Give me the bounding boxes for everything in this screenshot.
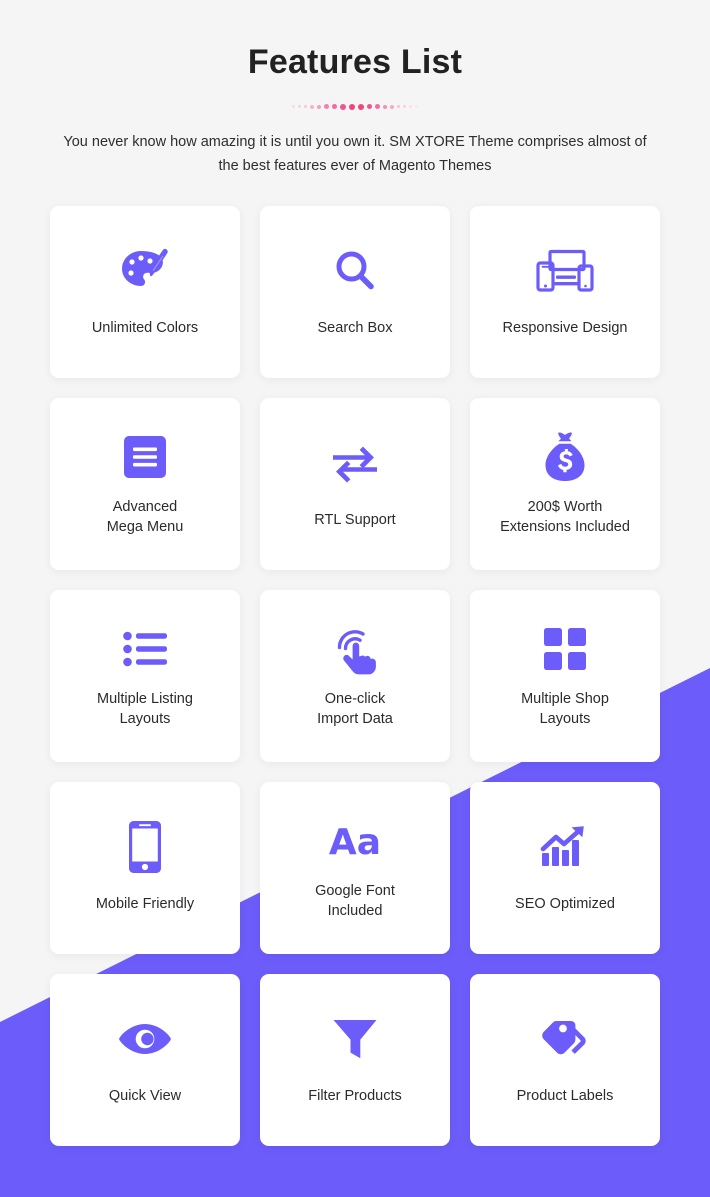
money-bag-icon bbox=[543, 427, 587, 487]
page-title: Features List bbox=[247, 43, 463, 81]
feature-card[interactable]: Mobile Friendly bbox=[50, 781, 240, 954]
divider-dot bbox=[383, 104, 387, 109]
divider-dot bbox=[415, 105, 418, 109]
divider-dot bbox=[292, 105, 295, 109]
divider-dot bbox=[298, 105, 301, 109]
divider-dot bbox=[332, 104, 337, 110]
dot-divider bbox=[50, 99, 660, 115]
divider-dot bbox=[310, 104, 314, 109]
svg-text:Aa: Aa bbox=[329, 822, 381, 862]
feature-card-label: Product Labels bbox=[516, 1088, 614, 1105]
feature-card[interactable]: Product Labels bbox=[470, 973, 660, 1146]
divider-dot bbox=[340, 103, 346, 110]
feature-card-label: Unlimited Colors bbox=[91, 320, 199, 337]
feature-card-label: Multiple Shop Layouts bbox=[521, 690, 609, 727]
tags-icon bbox=[540, 1009, 590, 1069]
feature-card-label: SEO Optimized bbox=[515, 896, 615, 913]
divider-dot bbox=[409, 105, 412, 109]
feature-card-label: Mobile Friendly bbox=[95, 896, 195, 913]
divider-dot bbox=[367, 104, 372, 110]
divider-dot bbox=[358, 103, 364, 110]
feature-card[interactable]: Advanced Mega Menu bbox=[50, 397, 240, 570]
feature-card-label: Filter Products bbox=[308, 1088, 402, 1105]
feature-card[interactable]: 200$ Worth Extensions Included bbox=[470, 397, 660, 570]
divider-dot bbox=[349, 103, 355, 110]
page-subtitle: You never know how amazing it is until y… bbox=[63, 133, 647, 174]
feature-card[interactable]: One-click Import Data bbox=[260, 589, 450, 762]
rtl-arrows-icon bbox=[329, 433, 381, 493]
mega-menu-icon bbox=[124, 427, 166, 487]
divider-dot bbox=[397, 105, 400, 109]
growth-chart-icon bbox=[540, 817, 590, 877]
divider-dot bbox=[375, 104, 380, 110]
smartphone-icon bbox=[129, 817, 161, 877]
feature-card[interactable]: Quick View bbox=[50, 973, 240, 1146]
feature-card[interactable]: Multiple Shop Layouts bbox=[470, 589, 660, 762]
feature-card[interactable]: Unlimited Colors bbox=[50, 205, 240, 378]
divider-dot bbox=[324, 104, 329, 110]
feature-card-label: Multiple Listing Layouts bbox=[97, 690, 193, 727]
feature-card-label: 200$ Worth Extensions Included bbox=[500, 498, 630, 535]
feature-card[interactable]: Multiple Listing Layouts bbox=[50, 589, 240, 762]
grid-squares-icon bbox=[544, 619, 586, 679]
feature-card[interactable]: Responsive Design bbox=[470, 205, 660, 378]
feature-card-label: Quick View bbox=[108, 1088, 182, 1105]
search-icon bbox=[331, 241, 379, 301]
feature-card[interactable]: RTL Support bbox=[260, 397, 450, 570]
feature-card[interactable]: Search Box bbox=[260, 205, 450, 378]
palette-icon bbox=[119, 241, 171, 301]
features-page: Features List You never know how amazing… bbox=[0, 0, 710, 1197]
feature-card[interactable]: Aa Google Font Included bbox=[260, 781, 450, 954]
feature-card[interactable]: Filter Products bbox=[260, 973, 450, 1146]
feature-card-label: Advanced Mega Menu bbox=[106, 498, 184, 535]
font-aa-icon: Aa bbox=[326, 811, 384, 871]
feature-card-label: Google Font Included bbox=[315, 882, 395, 919]
responsive-devices-icon bbox=[534, 241, 596, 301]
divider-dot bbox=[304, 105, 307, 109]
divider-dot bbox=[317, 104, 321, 109]
feature-card-label: Responsive Design bbox=[502, 320, 628, 337]
feature-card-label: RTL Support bbox=[314, 512, 396, 529]
divider-dot bbox=[403, 105, 406, 109]
bullet-list-icon bbox=[123, 619, 167, 679]
page-header: Features List You never know how amazing… bbox=[50, 0, 660, 178]
feature-card[interactable]: SEO Optimized bbox=[470, 781, 660, 954]
features-grid: Unlimited Colors Search Box Responsive D… bbox=[50, 205, 660, 1191]
divider-dot bbox=[390, 104, 394, 109]
feature-card-label: One-click Import Data bbox=[317, 690, 393, 727]
feature-card-label: Search Box bbox=[317, 320, 393, 337]
eye-icon bbox=[118, 1009, 172, 1069]
funnel-icon bbox=[332, 1009, 378, 1069]
tap-hand-icon bbox=[330, 619, 380, 679]
